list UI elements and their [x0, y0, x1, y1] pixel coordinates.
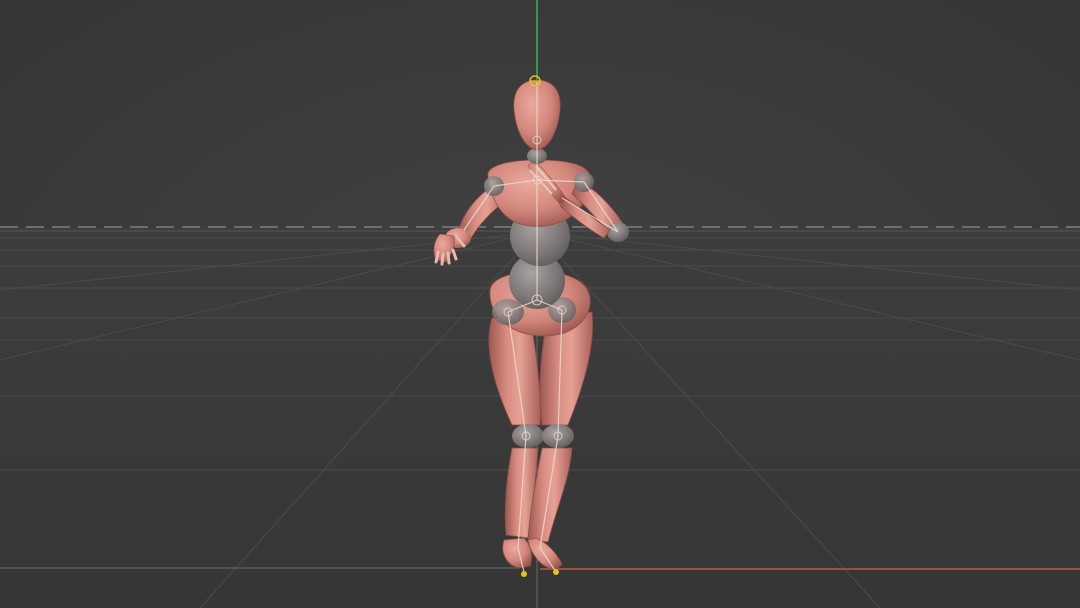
3d-viewport[interactable] [0, 0, 1080, 608]
left-knee-joint[interactable] [512, 424, 544, 448]
viewport-canvas[interactable] [0, 0, 1080, 608]
